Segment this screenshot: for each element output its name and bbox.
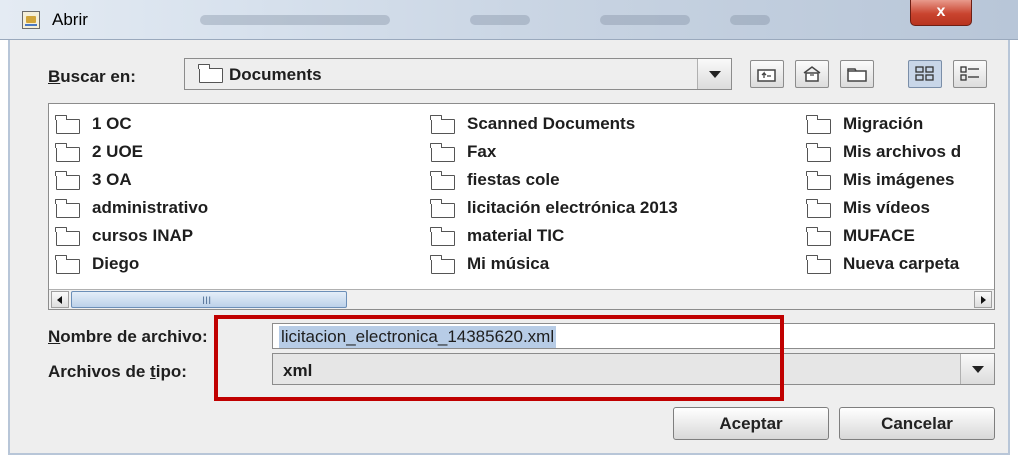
look-in-label: Buscar en: bbox=[48, 67, 136, 86]
close-button[interactable]: x bbox=[910, 0, 972, 26]
chevron-down-icon[interactable] bbox=[960, 354, 994, 384]
filename-label: Nombre de archivo: bbox=[48, 327, 208, 346]
open-file-dialog: Buscar en: Documents 1 OC 2 UOE 3 OA adm… bbox=[8, 40, 1010, 455]
look-in-combo[interactable]: Documents bbox=[184, 58, 732, 90]
folder-icon bbox=[430, 255, 455, 274]
folder-icon bbox=[55, 171, 80, 190]
folder-icon bbox=[806, 115, 831, 134]
close-icon: x bbox=[936, 3, 946, 20]
folder-icon bbox=[430, 115, 455, 134]
look-in-value: Documents bbox=[229, 65, 322, 84]
details-view-icon bbox=[960, 66, 979, 81]
scroll-right-arrow-icon[interactable] bbox=[974, 291, 992, 308]
filetype-label: Archivos de tipo: bbox=[48, 362, 187, 381]
folder-icon bbox=[55, 199, 80, 218]
window-title: Abrir bbox=[52, 10, 88, 29]
folder-icon bbox=[55, 115, 80, 134]
folder-icon bbox=[430, 143, 455, 162]
folder-icon bbox=[430, 227, 455, 246]
folder-icon bbox=[198, 64, 223, 83]
background-window-blur bbox=[200, 15, 390, 25]
background-window-blur bbox=[470, 15, 530, 25]
folder-icon bbox=[55, 227, 80, 246]
folder-icon bbox=[806, 143, 831, 162]
scroll-left-arrow-icon[interactable] bbox=[51, 291, 69, 308]
background-window-blur bbox=[730, 15, 770, 25]
up-folder-button[interactable] bbox=[750, 60, 784, 88]
folder-icon bbox=[430, 171, 455, 190]
background-window-blur bbox=[600, 15, 690, 25]
scroll-thumb[interactable]: III bbox=[71, 291, 347, 308]
list-view-button[interactable] bbox=[908, 60, 942, 88]
folder-icon bbox=[55, 255, 80, 274]
scroll-grip: III bbox=[202, 295, 212, 307]
folder-icon bbox=[55, 143, 80, 162]
folder-icon bbox=[806, 227, 831, 246]
folder-icon bbox=[806, 171, 831, 190]
home-icon bbox=[803, 66, 821, 82]
java-app-icon bbox=[22, 11, 40, 29]
accept-button[interactable]: Aceptar bbox=[673, 407, 829, 440]
folder-icon bbox=[430, 199, 455, 218]
home-button[interactable] bbox=[795, 60, 829, 88]
chevron-down-icon[interactable] bbox=[697, 59, 731, 89]
folder-icon bbox=[806, 255, 831, 274]
annotation-highlight-box bbox=[214, 315, 784, 401]
details-view-button[interactable] bbox=[953, 60, 987, 88]
horizontal-scrollbar[interactable]: III bbox=[49, 289, 994, 309]
cancel-button[interactable]: Cancelar bbox=[839, 407, 995, 440]
list-view-icon bbox=[915, 66, 934, 81]
new-folder-icon bbox=[847, 68, 867, 82]
new-folder-button[interactable] bbox=[840, 60, 874, 88]
up-folder-icon bbox=[757, 69, 776, 82]
title-bar: Abrir x bbox=[0, 0, 1018, 40]
file-list[interactable]: 1 OC 2 UOE 3 OA administrativo cursos IN… bbox=[48, 103, 995, 310]
folder-icon bbox=[806, 199, 831, 218]
